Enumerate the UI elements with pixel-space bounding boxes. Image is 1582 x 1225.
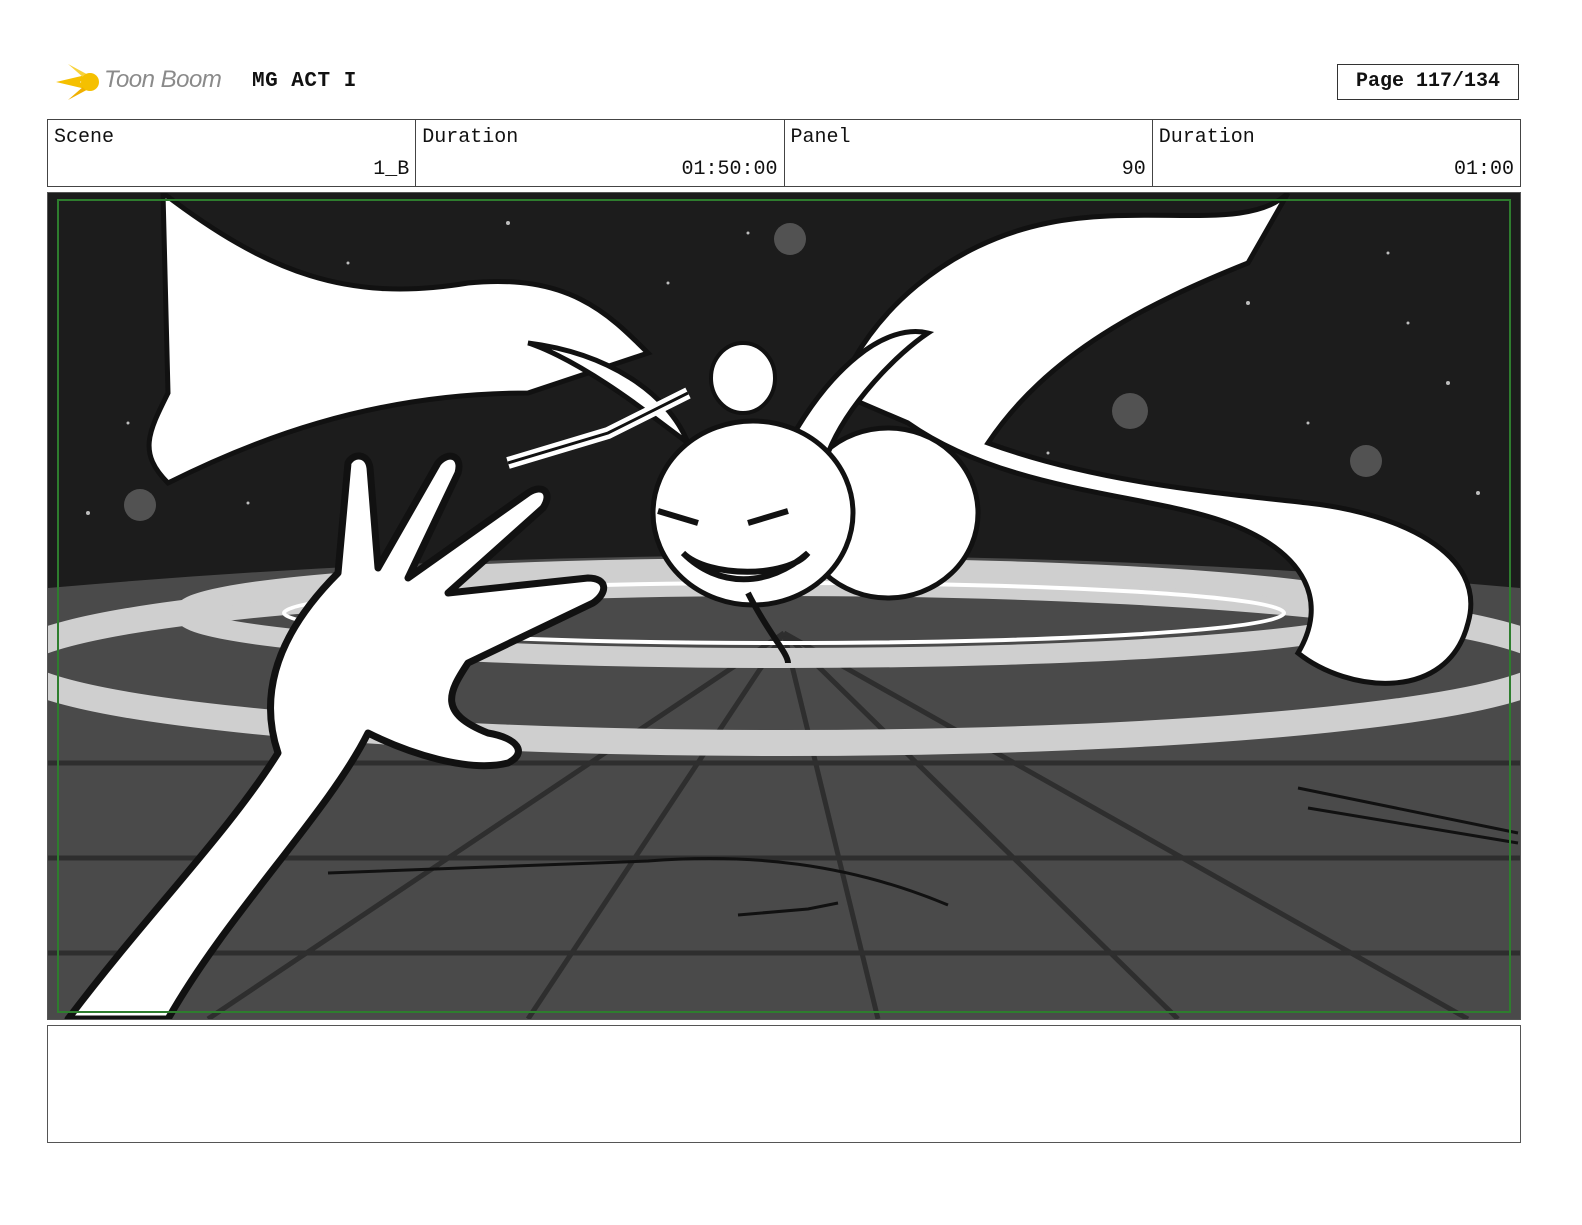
panel-duration-value: 01:00 bbox=[1453, 158, 1514, 181]
panel-sketch bbox=[48, 193, 1520, 1019]
panel-duration-cell: Duration 01:00 bbox=[1153, 120, 1520, 186]
panel-duration-label: Duration bbox=[1158, 126, 1255, 149]
scene-label: Scene bbox=[54, 126, 115, 149]
scene-cell: Scene 1_B bbox=[48, 120, 417, 186]
panel-value: 90 bbox=[1121, 158, 1146, 181]
sun-burst-icon bbox=[56, 64, 99, 100]
project-title: MG ACT I bbox=[252, 70, 357, 93]
scene-duration-label: Duration bbox=[422, 126, 519, 149]
scene-value: 1_B bbox=[373, 158, 410, 181]
panel-label: Panel bbox=[790, 126, 851, 149]
panel-cell: Panel 90 bbox=[785, 120, 1153, 186]
dialogue-notes-box bbox=[47, 1025, 1521, 1143]
scene-duration-cell: Duration 01:50:00 bbox=[416, 120, 785, 186]
creature-rider bbox=[709, 341, 777, 415]
page-indicator: Page 117/134 bbox=[1337, 64, 1519, 100]
storyboard-panel bbox=[47, 192, 1521, 1020]
scene-duration-value: 01:50:00 bbox=[681, 158, 778, 181]
brand-name: Toon Boom bbox=[104, 66, 222, 93]
panel-info-row: Scene 1_B Duration 01:50:00 Panel 90 Dur… bbox=[47, 119, 1521, 187]
